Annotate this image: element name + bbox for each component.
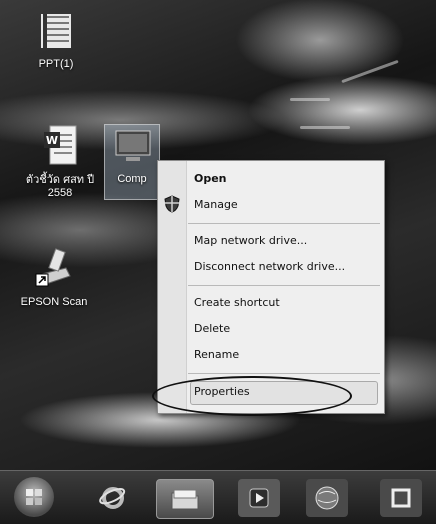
desktop-icon-label: Comp (117, 173, 147, 185)
menu-item-rename[interactable]: Rename (194, 345, 239, 365)
file-explorer-icon[interactable] (156, 479, 214, 519)
windows-logo-icon (26, 489, 42, 505)
menu-separator (188, 285, 380, 286)
menu-item-create-shortcut[interactable]: Create shortcut (194, 293, 280, 313)
internet-explorer-icon[interactable] (92, 479, 134, 517)
start-orb-icon[interactable] (14, 477, 54, 517)
wallpaper-streak (290, 98, 330, 101)
word-document-icon: W (44, 125, 77, 165)
window-glyph-icon (391, 488, 411, 508)
taskbar (0, 470, 436, 524)
ie-glyph-icon (99, 487, 126, 509)
wallpaper-streak (341, 59, 399, 84)
play-glyph-icon (249, 488, 269, 508)
scanner-icon (35, 248, 71, 287)
desktop-icon-computer[interactable]: Comp (104, 124, 160, 200)
menu-separator (188, 223, 380, 224)
folder-glyph-icon (171, 489, 199, 510)
desktop-icon-ppt[interactable]: PPT(1) (26, 10, 86, 71)
menu-item-map-network-drive[interactable]: Map network drive... (194, 231, 307, 251)
window-icon[interactable] (380, 479, 422, 517)
computer-icon (115, 130, 151, 161)
annotation-circle (152, 376, 352, 416)
media-player-icon[interactable] (238, 479, 280, 517)
globe-glyph-icon (315, 486, 339, 510)
wallpaper-streak (300, 126, 350, 129)
browser-globe-icon[interactable] (306, 479, 348, 517)
desktop-icon-label: PPT(1) (38, 58, 74, 70)
ppt-folder-icon (41, 14, 71, 48)
shield-icon (164, 195, 180, 213)
desktop-icon-epson-scan[interactable]: EPSON Scan (14, 244, 94, 309)
svg-text:W: W (46, 134, 58, 147)
desktop-icon-label: ตัวชี้วัด ศสท ปี 2558 (25, 174, 95, 199)
menu-item-delete[interactable]: Delete (194, 319, 230, 339)
menu-separator (188, 373, 380, 374)
menu-item-open[interactable]: Open (194, 169, 227, 189)
menu-item-manage[interactable]: Manage (194, 195, 238, 215)
menu-item-disconnect-network-drive[interactable]: Disconnect network drive... (194, 257, 345, 277)
desktop-icon-label: EPSON Scan (20, 296, 88, 308)
desktop-icon-document[interactable]: W ตัวชี้วัด ศสท ปี 2558 (22, 122, 98, 200)
